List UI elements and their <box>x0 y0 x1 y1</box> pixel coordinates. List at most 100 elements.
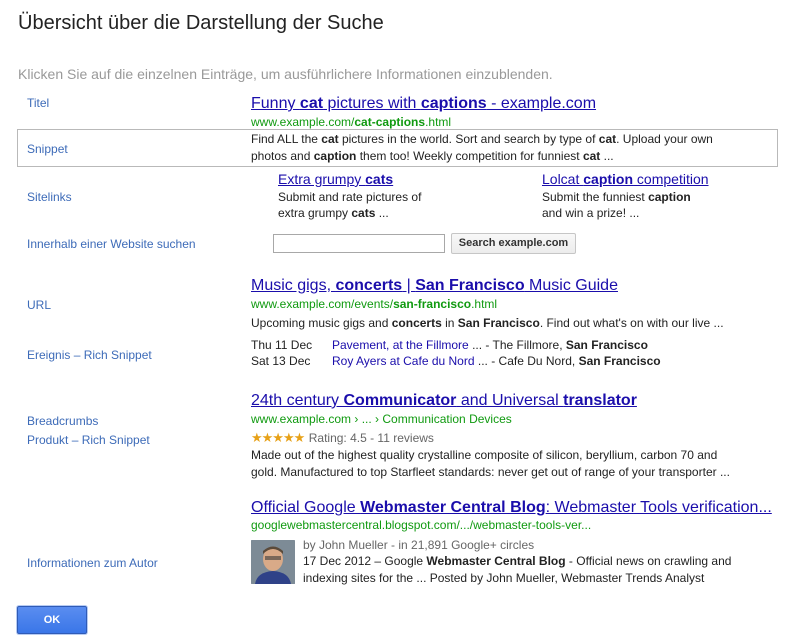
keyword: concerts <box>391 316 442 330</box>
keyword: Webmaster Central Blog <box>360 499 546 516</box>
result-3-rating: ★★★★★ Rating: 4.5 - 11 reviews <box>251 429 434 447</box>
text: Extra grumpy <box>278 171 366 187</box>
text: | <box>402 277 416 294</box>
title-keyword: captions <box>420 95 487 112</box>
rating-text: Rating: 4.5 - 11 reviews <box>308 431 434 445</box>
sitelink-1-title[interactable]: Extra grumpy cats <box>278 171 393 187</box>
keyword: San Francisco <box>565 338 648 352</box>
url-keyword: san-francisco <box>393 297 472 311</box>
result-2-title[interactable]: Music gigs, concerts | San Francisco Mus… <box>251 277 618 295</box>
keyword: San Francisco <box>578 354 661 368</box>
title-text: Funny <box>251 95 300 112</box>
text: ... <box>375 206 389 220</box>
event-date: Sat 13 Dec <box>251 354 311 368</box>
dialog-title: Übersicht über die Darstellung der Suche <box>18 12 384 34</box>
keyword: caption <box>648 190 691 204</box>
text: - Official news on crawling and <box>565 554 732 568</box>
title-keyword: cat <box>299 95 324 112</box>
label-url[interactable]: URL <box>27 298 51 312</box>
label-sitelinks[interactable]: Sitelinks <box>27 190 72 204</box>
snippet-line: gold. Manufactured to top Starfleet stan… <box>251 465 730 479</box>
dialog-subtitle: Klicken Sie auf die einzelnen Einträge, … <box>18 66 553 82</box>
url-text: .html <box>425 115 452 129</box>
label-breadcrumbs[interactable]: Breadcrumbs <box>27 414 98 428</box>
desc-line: and win a prize! ... <box>542 205 691 221</box>
result-2-snippet: Upcoming music gigs and concerts in San … <box>251 315 724 332</box>
keyword: Communicator <box>343 392 457 409</box>
sitelink-1-desc: Submit and rate pictures of extra grumpy… <box>278 189 421 221</box>
text: competition <box>633 171 709 187</box>
text: Upcoming music gigs and <box>251 316 392 330</box>
text: and win a prize! ... <box>542 206 640 220</box>
text: 24th century <box>251 392 344 409</box>
url-text: .html <box>471 297 498 311</box>
keyword: translator <box>563 392 637 409</box>
label-event-rich-snippet[interactable]: Ereignis – Rich Snippet <box>27 348 152 362</box>
event-row: Sat 13 Dec Roy Ayers at Cafe du Nord ... … <box>251 354 661 368</box>
result-3-title[interactable]: 24th century Communicator and Universal … <box>251 392 637 410</box>
event-venue: ... - Cafe Du Nord, <box>474 354 579 368</box>
site-search-input[interactable] <box>273 234 445 253</box>
text: them too! Weekly competition for funnies… <box>356 149 583 163</box>
title-text: pictures with <box>323 95 421 112</box>
text: in <box>441 316 458 330</box>
text: Official Google <box>251 499 361 516</box>
result-4-url: googlewebmastercentral.blogspot.com/.../… <box>251 518 592 532</box>
text: Submit and rate pictures of <box>278 190 422 204</box>
text: Music Guide <box>524 277 618 294</box>
text: . Upload your own <box>616 132 713 146</box>
keyword: cat <box>598 132 617 146</box>
text: . Find out what's on with our live ... <box>539 316 724 330</box>
desc-line: Submit and rate pictures of <box>278 189 421 205</box>
event-row: Thu 11 Dec Pavement, at the Fillmore ... … <box>251 338 648 352</box>
keyword: San Francisco <box>457 316 540 330</box>
result-1-snippet: Find ALL the cat pictures in the world. … <box>251 131 713 165</box>
keyword: concerts <box>335 277 403 294</box>
text: : Webmaster Tools verification... <box>545 499 772 516</box>
snippet-line: Made out of the highest quality crystall… <box>251 448 718 462</box>
label-titel[interactable]: Titel <box>27 96 49 110</box>
result-2-url: www.example.com/events/san-francisco.htm… <box>251 297 497 311</box>
label-snippet[interactable]: Snippet <box>27 142 68 156</box>
result-1-title[interactable]: Funny cat pictures with captions - examp… <box>251 95 596 113</box>
result-4-snippet: 17 Dec 2012 – Google Webmaster Central B… <box>303 553 731 587</box>
text: Submit the funniest <box>542 190 649 204</box>
text: ... <box>600 149 614 163</box>
url-text: www.example.com/events/ <box>251 297 394 311</box>
keyword: cats <box>365 171 394 187</box>
text: extra grumpy <box>278 206 352 220</box>
author-line: by John Mueller - in 21,891 Google+ circ… <box>303 538 535 552</box>
rating-stars-icon: ★★★★★ <box>251 430 305 445</box>
event-date: Thu 11 Dec <box>251 338 313 352</box>
desc-line: Submit the funniest caption <box>542 189 691 205</box>
event-link[interactable]: Pavement, at the Fillmore <box>332 338 469 352</box>
site-search-button[interactable]: Search example.com <box>451 233 576 254</box>
result-3-breadcrumb: www.example.com › ... › Communication De… <box>251 412 512 426</box>
text: 17 Dec 2012 – Google <box>303 554 427 568</box>
result-1-url: www.example.com/cat-captions.html <box>251 115 451 129</box>
text: Lolcat <box>542 171 584 187</box>
url-keyword: cat-captions <box>354 115 426 129</box>
event-link[interactable]: Roy Ayers at Cafe du Nord <box>332 354 475 368</box>
text: and Universal <box>456 392 564 409</box>
sitelink-2-desc: Submit the funniest caption and win a pr… <box>542 189 691 221</box>
title-text: - example.com <box>486 95 597 112</box>
result-4-title[interactable]: Official Google Webmaster Central Blog: … <box>251 499 772 517</box>
label-product-rich-snippet[interactable]: Produkt – Rich Snippet <box>27 433 150 447</box>
keyword: caption <box>313 149 357 163</box>
keyword: cat <box>321 132 339 146</box>
snippet-line: photos and caption them too! Weekly comp… <box>251 148 713 165</box>
author-avatar[interactable] <box>251 540 295 584</box>
snippet-line: Find ALL the cat pictures in the world. … <box>251 131 713 148</box>
keyword: caption <box>583 171 634 187</box>
text: pictures in the world. Sort and search b… <box>338 132 599 146</box>
label-author-info[interactable]: Informationen zum Autor <box>27 556 158 570</box>
desc-line: extra grumpy cats ... <box>278 205 421 221</box>
text: Find ALL the <box>251 132 322 146</box>
snippet-line: indexing sites for the ... Posted by Joh… <box>303 571 705 585</box>
label-site-search[interactable]: Innerhalb einer Website suchen <box>27 237 196 251</box>
text: photos and <box>251 149 314 163</box>
text: Music gigs, <box>251 277 336 294</box>
ok-button[interactable]: OK <box>17 606 87 634</box>
sitelink-2-title[interactable]: Lolcat caption competition <box>542 171 709 187</box>
